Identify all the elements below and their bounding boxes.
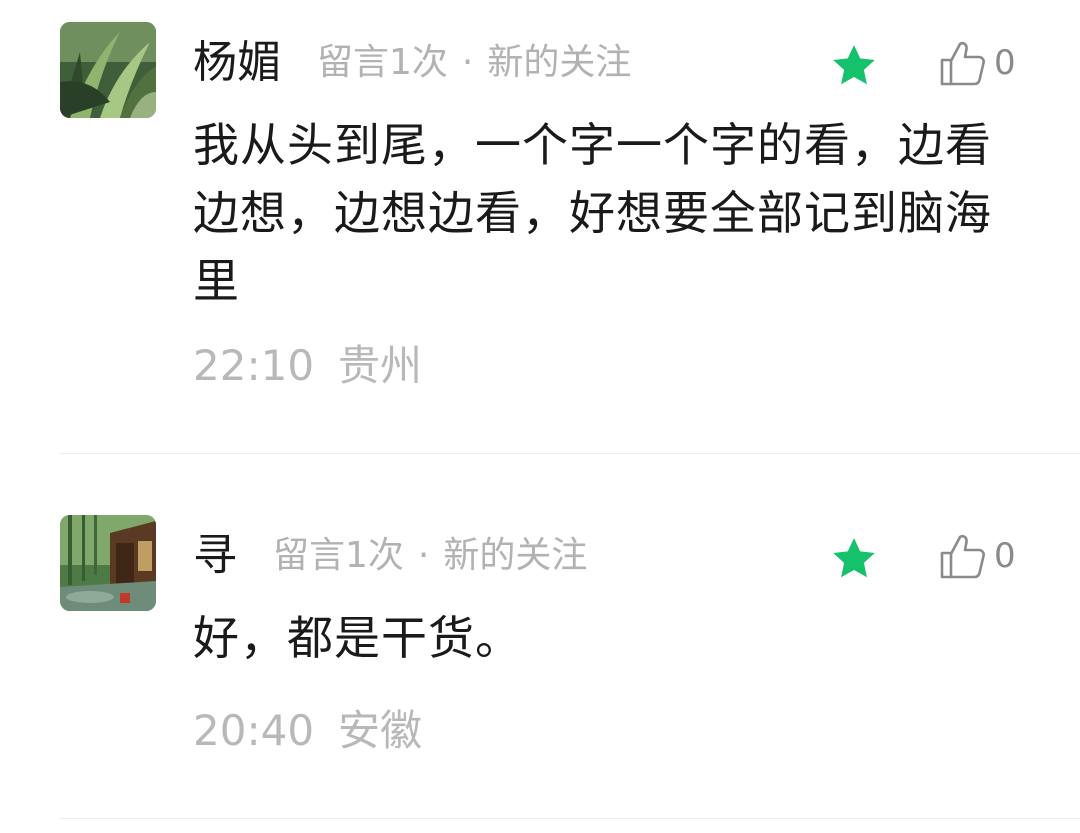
comment-text: 我从头到尾，一个字一个字的看，边看边想，边想边看，好想要全部记到脑海里 bbox=[193, 118, 992, 308]
avatar[interactable] bbox=[60, 22, 156, 118]
new-follower-tag: 新的关注 bbox=[487, 42, 632, 83]
username[interactable]: 杨媚 bbox=[193, 33, 281, 93]
divider bbox=[60, 818, 1080, 819]
thumbs-up-icon bbox=[940, 534, 986, 579]
comment-count-tag: 留言1次 bbox=[317, 42, 448, 83]
new-follower-tag: 新的关注 bbox=[443, 535, 588, 576]
like-count: 0 bbox=[994, 43, 1016, 83]
comment-time: 20:40 bbox=[193, 706, 315, 755]
comment-time: 22:10 bbox=[193, 341, 315, 390]
star-icon[interactable] bbox=[830, 42, 878, 90]
tag-separator: · bbox=[417, 535, 430, 576]
like-count: 0 bbox=[994, 536, 1016, 576]
comment-location: 贵州 bbox=[338, 341, 423, 390]
like-button[interactable]: 0 bbox=[938, 526, 1016, 586]
tag-separator: · bbox=[461, 42, 474, 83]
user-tags: 留言1次 · 新的关注 bbox=[317, 33, 631, 93]
username[interactable]: 寻 bbox=[193, 526, 237, 586]
avatar-image bbox=[60, 515, 156, 611]
like-button[interactable]: 0 bbox=[938, 33, 1016, 93]
comment-meta: 杨媚 留言1次 · 新的关注 bbox=[193, 33, 631, 93]
comment-footer: 22:10 贵州 bbox=[193, 336, 422, 396]
divider bbox=[60, 453, 1080, 454]
comment-meta: 寻 留言1次 · 新的关注 bbox=[193, 526, 587, 586]
star-icon[interactable] bbox=[830, 535, 878, 583]
user-tags: 留言1次 · 新的关注 bbox=[273, 526, 587, 586]
comment-count-tag: 留言1次 bbox=[273, 535, 404, 576]
comment-text: 好，都是干货。 bbox=[193, 611, 522, 665]
comment-location: 安徽 bbox=[338, 706, 423, 755]
thumbs-up-icon bbox=[940, 41, 986, 86]
avatar-image bbox=[60, 22, 156, 118]
avatar[interactable] bbox=[60, 515, 156, 611]
comment-footer: 20:40 安徽 bbox=[193, 701, 422, 761]
